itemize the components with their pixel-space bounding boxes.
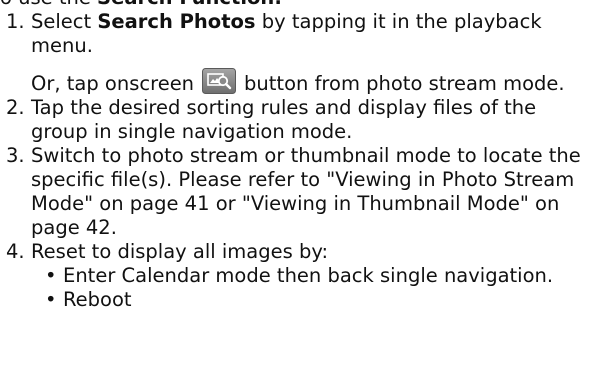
- step-number: 2.: [6, 96, 25, 119]
- step-1-sub-before: Or, tap onscreen: [31, 72, 195, 95]
- step-1-sub-paragraph: Or, tap onscreen button from photo strea…: [31, 68, 597, 96]
- step-2: 2. Tap the desired sorting rules and dis…: [0, 96, 601, 144]
- step-1-sub-after: button from photo stream mode.: [244, 72, 565, 95]
- list-item: • Enter Calendar mode then back single na…: [41, 264, 597, 288]
- step-number: 4.: [6, 240, 25, 263]
- step-1-bold: Search Photos: [97, 10, 256, 33]
- list-item: • Reboot: [41, 288, 597, 312]
- step-text: Tap the desired sorting rules and displa…: [31, 96, 537, 143]
- bullet-icon: •: [45, 288, 57, 311]
- step-text: Select Search Photos by tapping it in th…: [31, 10, 597, 58]
- section-intro: o use the Search Function:: [0, 0, 282, 10]
- step-1-text-before: Select: [31, 10, 98, 33]
- manual-page: o use the Search Function: 1. Select Sea…: [0, 0, 601, 392]
- intro-bold: Search Function:: [97, 0, 282, 9]
- bullet-text: Reboot: [63, 288, 132, 311]
- step-text: Switch to photo stream or thumbnail mode…: [31, 144, 581, 239]
- steps-list: 1. Select Search Photos by tapping it in…: [0, 10, 601, 312]
- search-photos-icon: [202, 68, 237, 94]
- bullet-icon: •: [45, 264, 57, 287]
- bullet-text: Enter Calendar mode then back single nav…: [63, 264, 554, 287]
- step-text: Reset to display all images by:: [31, 240, 329, 263]
- step-4: 4. Reset to display all images by: • Ente…: [0, 240, 601, 312]
- step-number: 1.: [6, 10, 25, 33]
- step-1: 1. Select Search Photos by tapping it in…: [0, 10, 601, 96]
- intro-prefix: o use the: [0, 0, 97, 9]
- step-number: 3.: [6, 144, 25, 167]
- step-3: 3. Switch to photo stream or thumbnail m…: [0, 144, 601, 240]
- bullet-list: • Enter Calendar mode then back single na…: [31, 264, 597, 312]
